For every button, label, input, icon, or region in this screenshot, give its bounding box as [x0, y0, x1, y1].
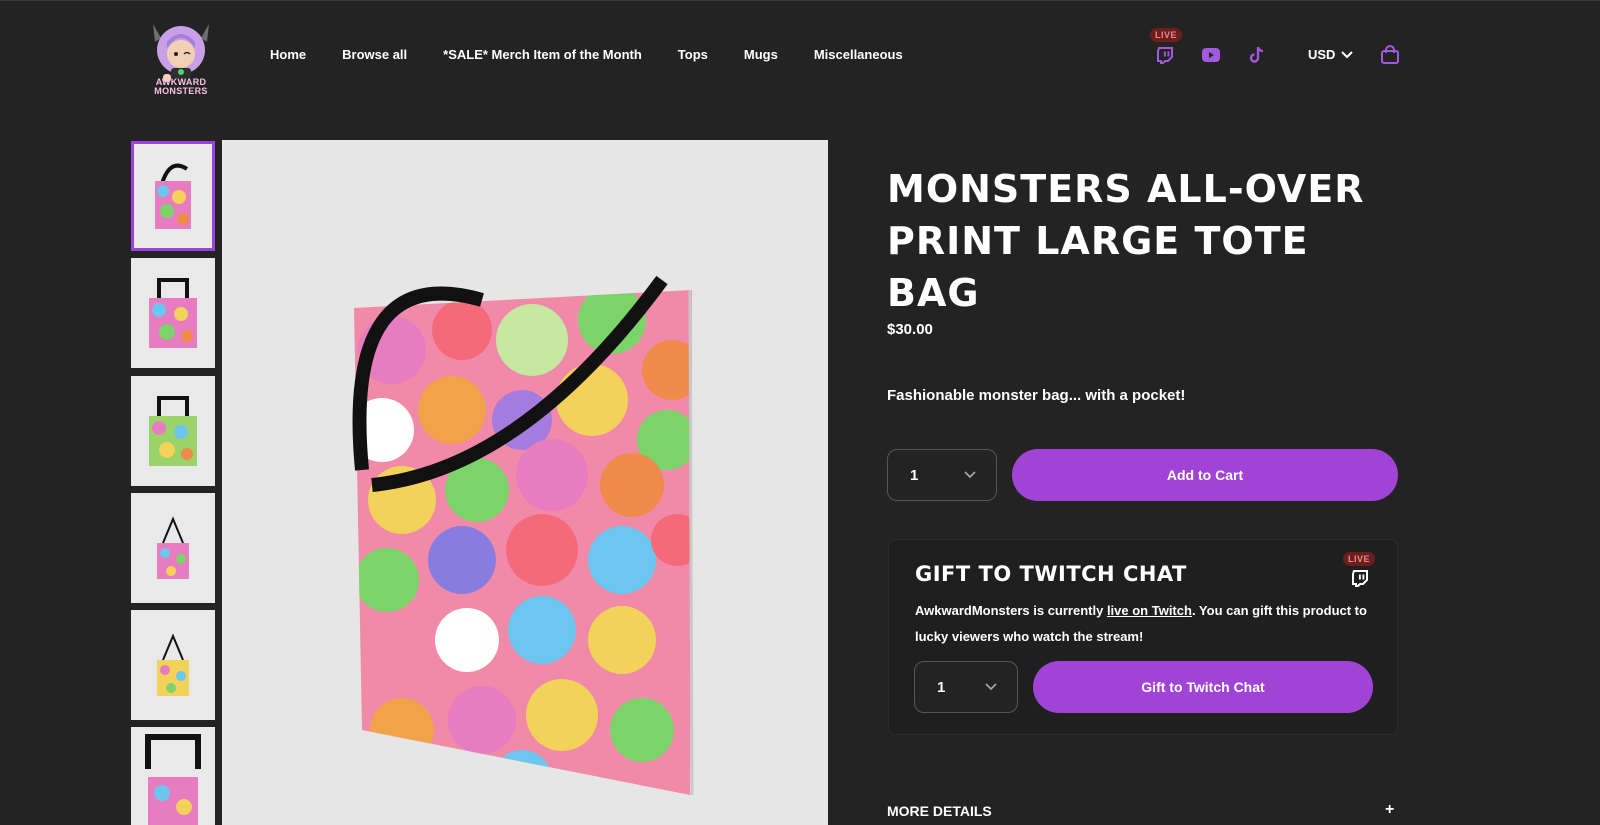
- nav-miscellaneous[interactable]: Miscellaneous: [814, 47, 903, 62]
- thumbnail-3[interactable]: [131, 376, 215, 486]
- thumbnail-5[interactable]: [131, 610, 215, 720]
- chevron-down-icon: [985, 683, 997, 691]
- thumbnail-4[interactable]: [131, 493, 215, 603]
- gift-live-badge: LIVE: [1343, 552, 1376, 566]
- youtube-icon[interactable]: [1200, 44, 1222, 66]
- more-details-toggle[interactable]: More Details: [887, 803, 992, 819]
- thumbnail-2[interactable]: [131, 258, 215, 368]
- nav-mugs[interactable]: Mugs: [744, 47, 778, 62]
- tiktok-icon[interactable]: [1246, 44, 1268, 66]
- product-description: Fashionable monster bag... with a pocket…: [887, 387, 1186, 404]
- gift-text-before: AwkwardMonsters is currently: [915, 603, 1107, 618]
- twitch-icon[interactable]: [1351, 569, 1369, 592]
- gift-quantity-value: 1: [937, 678, 946, 696]
- currency-label: USD: [1308, 47, 1336, 62]
- gift-quantity-select[interactable]: 1: [914, 661, 1018, 713]
- brand-logo[interactable]: AWKWARD MONSTERS: [143, 12, 219, 100]
- quantity-select[interactable]: 1: [887, 449, 997, 501]
- product-main-image[interactable]: [222, 140, 828, 825]
- live-on-twitch-link[interactable]: live on Twitch: [1107, 603, 1192, 618]
- quantity-value: 1: [910, 466, 919, 484]
- top-border: [0, 0, 1600, 1]
- nav-home[interactable]: Home: [270, 47, 306, 62]
- nav-browse-all[interactable]: Browse all: [342, 47, 407, 62]
- product-price: $30.00: [887, 321, 933, 338]
- live-badge: LIVE: [1150, 28, 1183, 42]
- logo-wordmark: AWKWARD MONSTERS: [154, 77, 208, 96]
- plus-icon[interactable]: +: [1385, 801, 1394, 819]
- shopping-bag-icon[interactable]: [1380, 45, 1400, 65]
- currency-select[interactable]: USD: [1308, 47, 1354, 62]
- add-to-cart-button[interactable]: Add to Cart: [1012, 449, 1398, 501]
- nav-sale-item[interactable]: *SALE* Merch Item of the Month: [443, 47, 642, 62]
- twitch-icon[interactable]: [1154, 44, 1176, 66]
- gift-description: AwkwardMonsters is currently live on Twi…: [915, 598, 1375, 650]
- main-nav: Home Browse all *SALE* Merch Item of the…: [270, 47, 939, 62]
- thumbnail-1[interactable]: [131, 141, 215, 251]
- gift-to-twitch-chat-button[interactable]: Gift to Twitch Chat: [1033, 661, 1373, 713]
- gift-title: Gift to Twitch Chat: [915, 562, 1187, 586]
- gift-twitch-card: Gift to Twitch Chat LIVE AwkwardMonsters…: [888, 539, 1398, 735]
- nav-tops[interactable]: Tops: [678, 47, 708, 62]
- thumbnail-6[interactable]: [131, 727, 215, 825]
- chevron-down-icon: [964, 471, 976, 479]
- chevron-down-icon: [1341, 50, 1354, 58]
- product-title: Monsters All-Over Print Large Tote Bag: [887, 167, 1365, 315]
